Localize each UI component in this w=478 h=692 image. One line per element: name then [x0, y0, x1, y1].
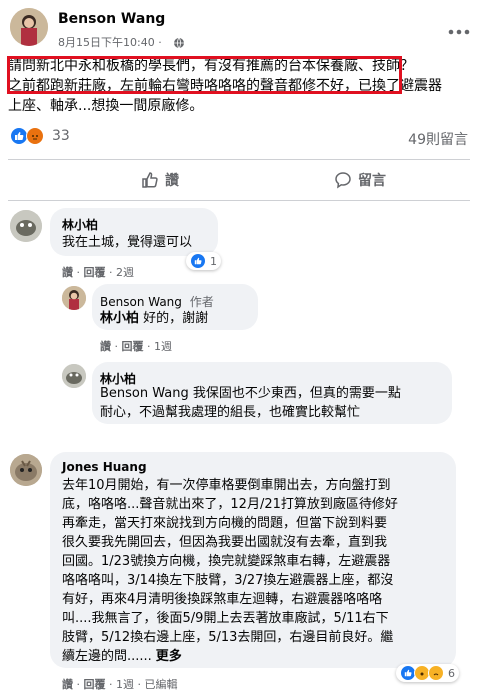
comment-reactions[interactable]: 1: [186, 252, 221, 270]
author-badge: 作者: [189, 295, 214, 309]
reply-author-name[interactable]: Benson Wang: [100, 295, 182, 309]
more-options-button[interactable]: [448, 20, 470, 39]
reply-text: Benson Wang 我保固也不少東西，但真的需要一點 耐心，不過幫我處理的組…: [100, 384, 445, 422]
angry-reaction-icon: [26, 127, 44, 145]
comment-line: 再牽走，當天打來說找到方向機的問題，但當下說到料要: [62, 516, 388, 531]
reply-text: 林小柏 好的，謝謝: [100, 309, 208, 328]
comment-actions: 讚 · 回覆 · 2週: [62, 266, 134, 279]
comment-text: 去年10月開始，有一次停車格要倒車開出去，方向盤打到 底，咯咯咯...聲音就出來了…: [62, 476, 452, 666]
reply-body-line-1: 我保固也不少東西，但真的需要一點: [188, 386, 401, 401]
speech-bubble-icon: [335, 172, 351, 189]
reply-actions: 讚 · 回覆 · 1週: [100, 340, 172, 353]
reply-like-link[interactable]: 讚: [100, 340, 111, 353]
reply-avatar[interactable]: [62, 364, 86, 388]
comment-reaction-count: 6: [448, 666, 455, 680]
post-author-avatar[interactable]: [10, 8, 48, 46]
mention-link[interactable]: Benson Wang: [100, 386, 189, 401]
see-more-link[interactable]: 更多: [156, 649, 182, 664]
highlight-box: [7, 56, 402, 94]
sad-reaction-icon: [428, 665, 444, 681]
comment-line: 底，咯咯咯...聲音就出來了，12月/21打算放到廠區待修好: [62, 497, 398, 512]
comment-line: 咯咯咯叫，3/14換左下肢臂，3/27換左避震器上座，都沒: [62, 573, 394, 588]
comment-time[interactable]: 1週: [116, 678, 134, 691]
comment-line: 回國。1/23號換方向機，換完就變踩煞車右轉，左避震器: [62, 554, 391, 569]
comment-line: 續左邊的問...... 更多: [62, 647, 452, 666]
comment-like-link[interactable]: 讚: [62, 266, 73, 279]
comment-button[interactable]: 留言: [310, 166, 410, 194]
comment-like-link[interactable]: 讚: [62, 678, 73, 691]
comment-avatar[interactable]: [10, 210, 42, 242]
comment-line: 肢臂，5/12換右邊上座，5/13去開回，右邊目前良好。繼: [62, 630, 394, 645]
reply-author[interactable]: Benson Wang 作者: [100, 293, 214, 310]
comment-count[interactable]: 49則留言: [408, 129, 468, 149]
comment-line: 很久要我先開回去，但因為我要出國就沒有去牽，直到我: [62, 535, 388, 550]
reply-line-1: Benson Wang 我保固也不少東西，但真的需要一點: [100, 384, 445, 403]
comment-reactions[interactable]: 6: [396, 664, 459, 682]
reaction-summary[interactable]: 33: [10, 127, 70, 145]
comment-line: 去年10月開始，有一次停車格要倒車開出去，方向盤打到: [62, 478, 391, 493]
post-author-name[interactable]: Benson Wang: [58, 11, 165, 27]
reaction-count: 33: [52, 128, 70, 144]
reply-avatar[interactable]: [62, 286, 86, 310]
comment-last-line: 續左邊的問......: [62, 649, 152, 664]
comment-reaction-count: 1: [210, 254, 217, 268]
comment-author[interactable]: Jones Huang: [62, 460, 147, 474]
globe-icon: [173, 34, 185, 53]
comment-author[interactable]: 林小柏: [62, 216, 98, 233]
reply-time[interactable]: 1週: [154, 340, 172, 353]
like-thumb-icon: [142, 172, 158, 188]
comment-actions: 讚 · 回覆 · 1週 · 已編輯: [62, 678, 178, 691]
post-timestamp[interactable]: 8月15日下午10:40 ·: [58, 34, 162, 50]
post-line-3: 上座、軸承...想換一間原廠修。: [8, 98, 204, 114]
comment-text: 我在土城，覺得還可以: [62, 235, 193, 250]
comment-line: 叫....我無言了，後面5/9開上去丟著放車廠試，5/11右下: [62, 611, 389, 626]
mention-link[interactable]: 林小柏: [100, 311, 139, 326]
divider-bottom: [8, 200, 470, 201]
divider-top: [8, 159, 470, 160]
like-button-label: 讚: [165, 173, 179, 189]
reply-reply-link[interactable]: 回覆: [122, 340, 144, 353]
comment-reply-link[interactable]: 回覆: [84, 266, 106, 279]
reply-body: 好的，謝謝: [139, 311, 209, 326]
comment-time[interactable]: 2週: [116, 266, 134, 279]
reply-body-line-2: 耐心，不過幫我處理的組長，也確實比較幫忙: [100, 405, 361, 420]
comment-line: 有好，再來4月清明後換踩煞車左迴轉，右避震器咯咯咯: [62, 592, 383, 607]
comment-button-label: 留言: [358, 173, 386, 189]
comment-avatar[interactable]: [10, 454, 42, 486]
more-dots-icon: [448, 29, 470, 35]
edited-label: 已編輯: [144, 678, 178, 691]
comment-reply-link[interactable]: 回覆: [84, 678, 106, 691]
like-button[interactable]: 讚: [110, 166, 210, 194]
like-reaction-icon: [190, 253, 206, 269]
